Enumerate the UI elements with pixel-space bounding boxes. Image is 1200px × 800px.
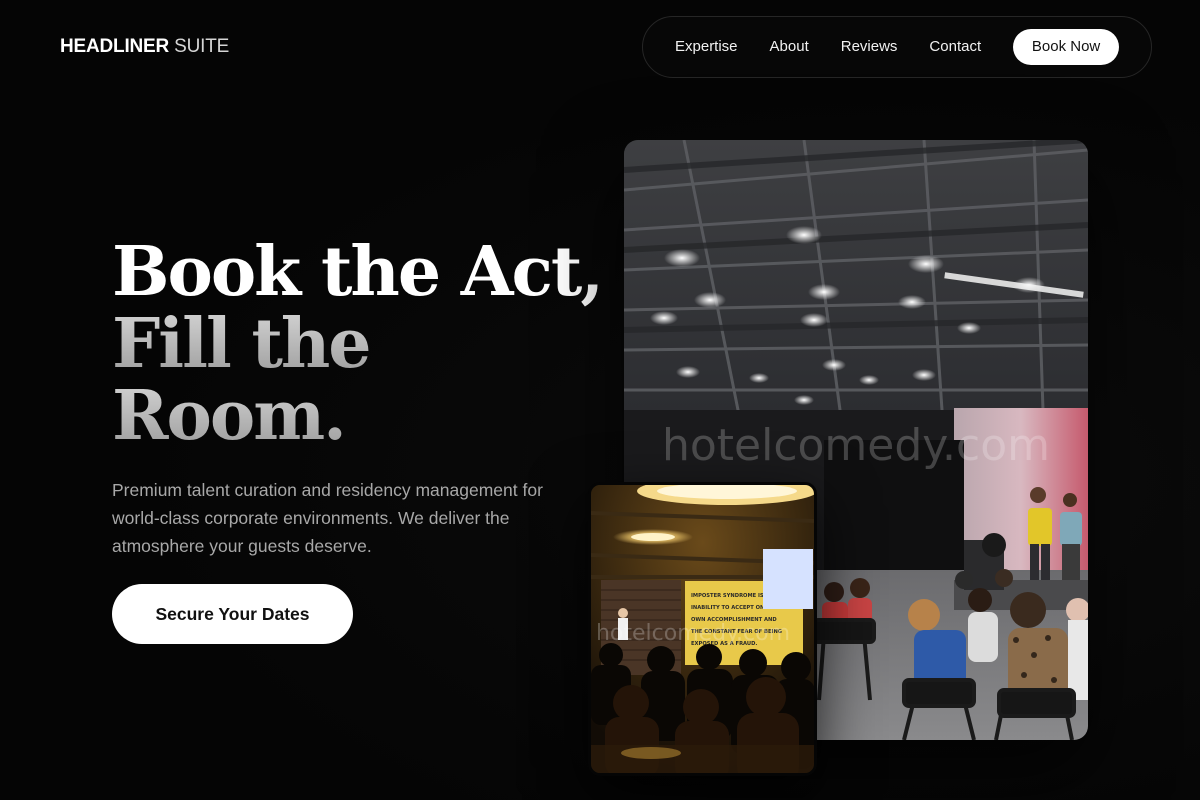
main-nav: Expertise About Reviews Contact Book Now: [642, 16, 1152, 78]
small-watermark: hotelcomedy.com: [596, 621, 790, 646]
brand-name-bold: HEADLINER: [60, 36, 170, 57]
venue-photo-secondary-illustration: IMPOSTER SYNDROME IS THE INABILITY TO AC…: [591, 485, 814, 773]
secure-dates-button[interactable]: Secure Your Dates: [112, 584, 353, 644]
nav-link-expertise[interactable]: Expertise: [675, 37, 738, 57]
headline-line-3: Room.: [112, 380, 582, 452]
nav-link-reviews[interactable]: Reviews: [841, 37, 898, 57]
screen-text-line-2: INABILITY TO ACCEPT ONES: [691, 605, 772, 611]
nav-link-about[interactable]: About: [770, 37, 809, 57]
venue-photo-secondary: IMPOSTER SYNDROME IS THE INABILITY TO AC…: [588, 482, 817, 776]
book-now-button[interactable]: Book Now: [1013, 29, 1119, 65]
brand-name-light: SUITE: [169, 36, 230, 57]
brand-logo[interactable]: HEADLINER SUITE: [60, 36, 229, 58]
main-watermark: hotelcomedy.com: [662, 420, 1050, 471]
headline-line-1: Book the Act,: [112, 232, 604, 312]
hero-subtext: Premium talent curation and residency ma…: [112, 480, 543, 556]
hero-headline: Book the Act, Fill the Room.: [112, 232, 604, 452]
headline-line-2: Fill the: [112, 308, 582, 380]
landing-page: HEADLINER SUITE Expertise About Reviews …: [0, 0, 1200, 800]
nav-link-contact[interactable]: Contact: [929, 37, 981, 57]
